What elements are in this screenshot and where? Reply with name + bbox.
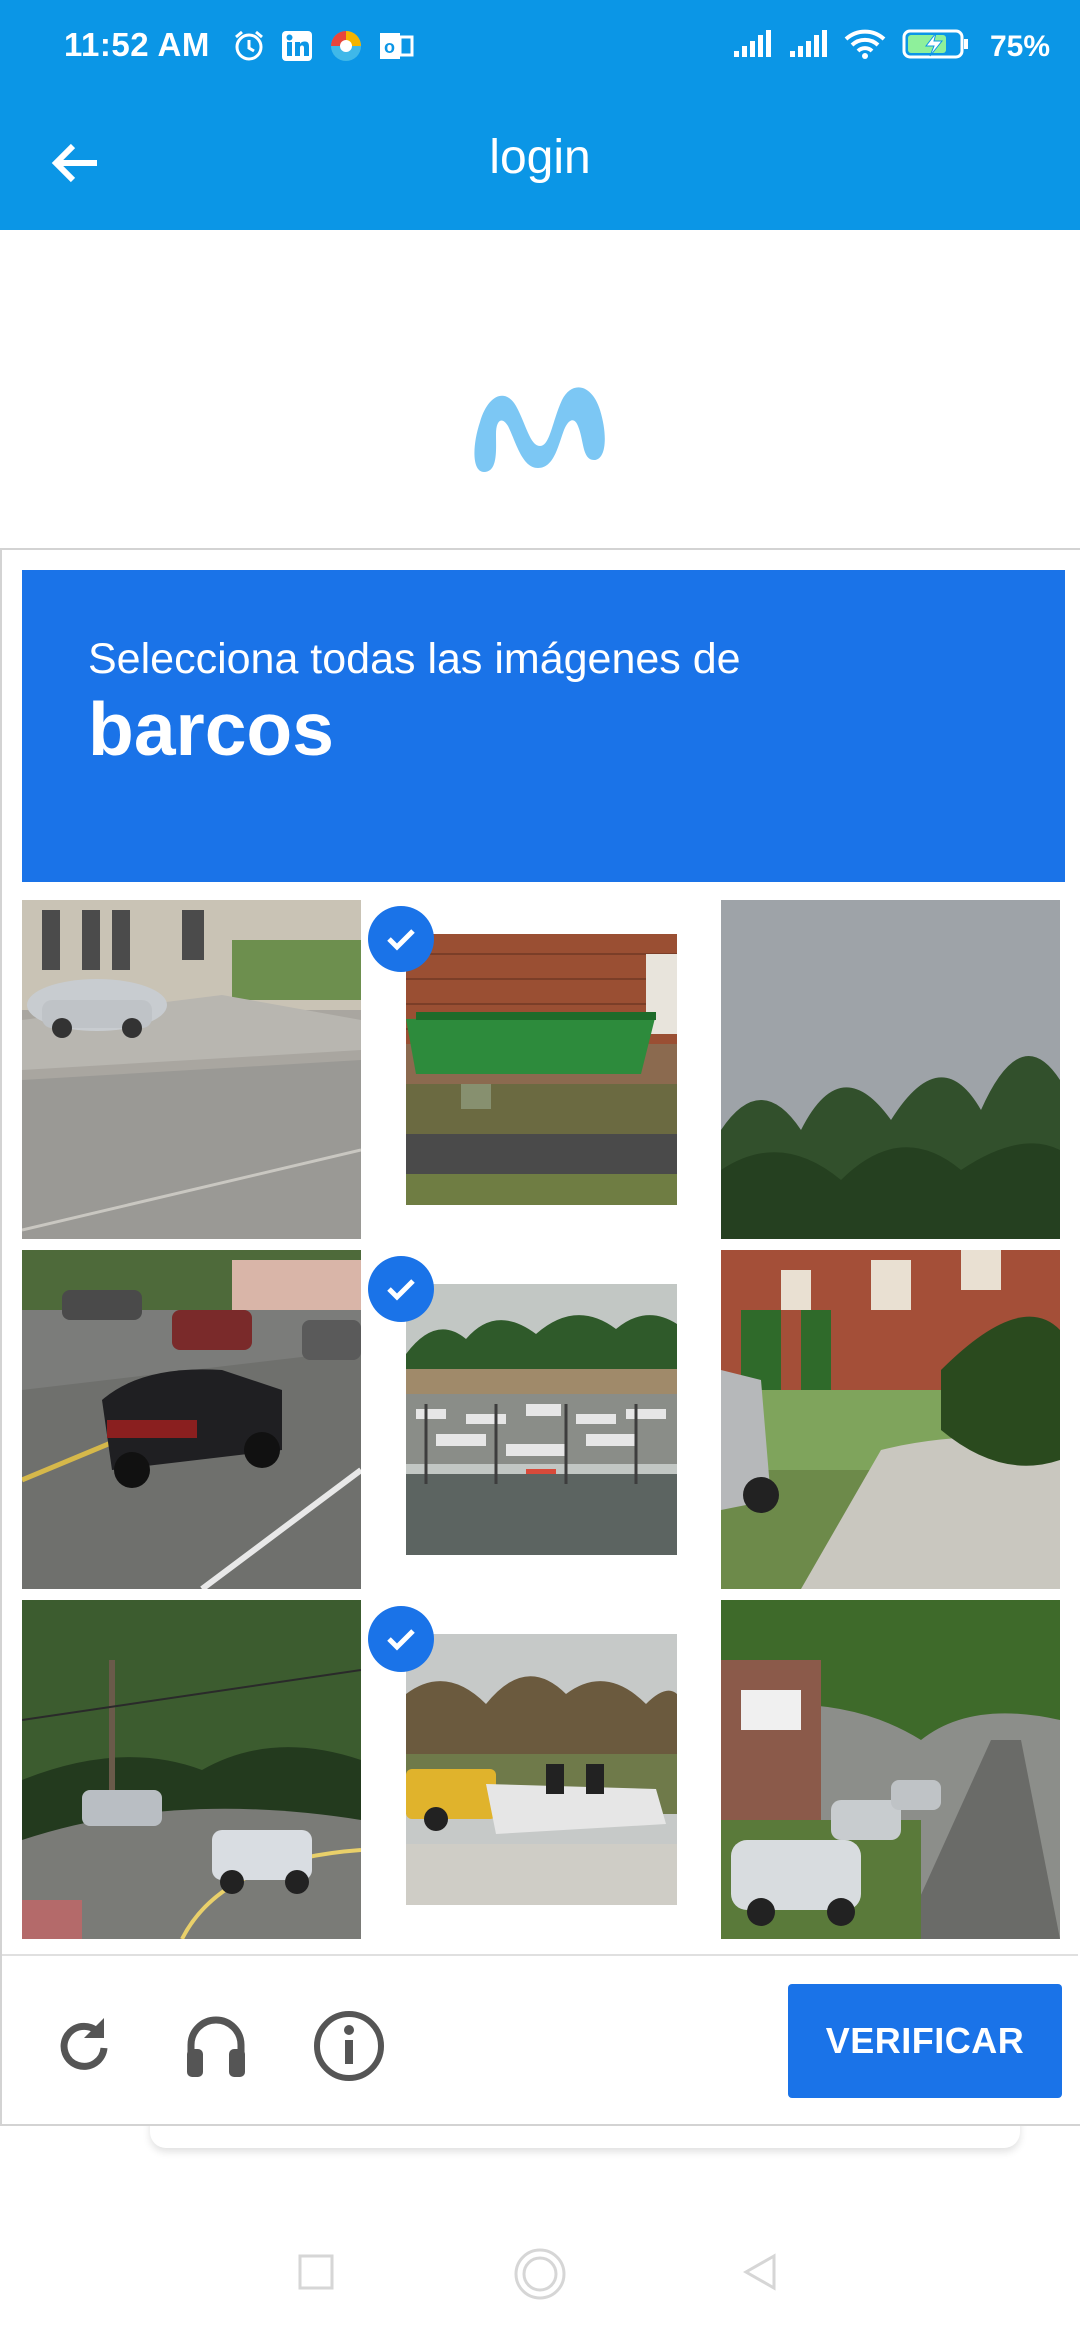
- page-title: login: [489, 131, 591, 184]
- status-bar: 11:52 AM o 75%: [0, 0, 1080, 96]
- outlook-icon: o: [378, 29, 414, 68]
- captcha-tile-2[interactable]: [362, 900, 701, 1239]
- checkmark-icon: [368, 1606, 434, 1672]
- signal-icon-2: [788, 29, 828, 64]
- linkedin-icon: [280, 29, 314, 68]
- signal-icon: [732, 29, 772, 64]
- svg-text:o: o: [384, 37, 395, 57]
- back-triangle-icon[interactable]: [740, 2252, 780, 2297]
- headphones-icon[interactable]: [180, 2010, 252, 2082]
- movistar-logo-icon: [470, 376, 610, 489]
- recents-square-icon[interactable]: [296, 2252, 336, 2297]
- reload-icon[interactable]: [50, 2010, 122, 2082]
- alarm-icon: [232, 29, 266, 68]
- captcha-header: Selecciona todas las imágenes de barcos: [22, 570, 1065, 882]
- info-icon[interactable]: [313, 2010, 385, 2082]
- status-time: 11:52 AM: [64, 26, 210, 63]
- captcha-instruction: Selecciona todas las imágenes de: [88, 635, 741, 683]
- tile-image: [406, 1634, 677, 1905]
- captcha-tile-7[interactable]: [22, 1600, 361, 1939]
- captcha-target: barcos: [88, 687, 334, 771]
- battery-percent: 75%: [989, 29, 1050, 63]
- checkmark-icon: [368, 1256, 434, 1322]
- notification-icons: o: [232, 28, 414, 69]
- wifi-icon: [844, 28, 886, 65]
- captcha-tile-3[interactable]: [721, 900, 1060, 1239]
- captcha-tile-1[interactable]: [22, 900, 361, 1239]
- home-circle-icon[interactable]: [512, 2246, 568, 2307]
- captcha-tile-4[interactable]: [22, 1250, 361, 1589]
- captcha-tile-9[interactable]: [721, 1600, 1060, 1939]
- captcha-tile-6[interactable]: [721, 1250, 1060, 1589]
- checkmark-icon: [368, 906, 434, 972]
- system-nav-bar: [0, 2220, 1080, 2340]
- tile-image: [406, 1284, 677, 1555]
- edge-browser-icon: [328, 28, 364, 69]
- battery-charging-icon: [902, 28, 970, 65]
- verify-button[interactable]: VERIFICAR: [788, 1984, 1062, 2098]
- tile-image: [406, 934, 677, 1205]
- system-icons: 75%: [732, 28, 1050, 65]
- captcha-footer-divider: [2, 1954, 1078, 1956]
- captcha-tile-5[interactable]: [362, 1250, 701, 1589]
- app-bar: login: [0, 96, 1080, 230]
- captcha-tile-8[interactable]: [362, 1600, 701, 1939]
